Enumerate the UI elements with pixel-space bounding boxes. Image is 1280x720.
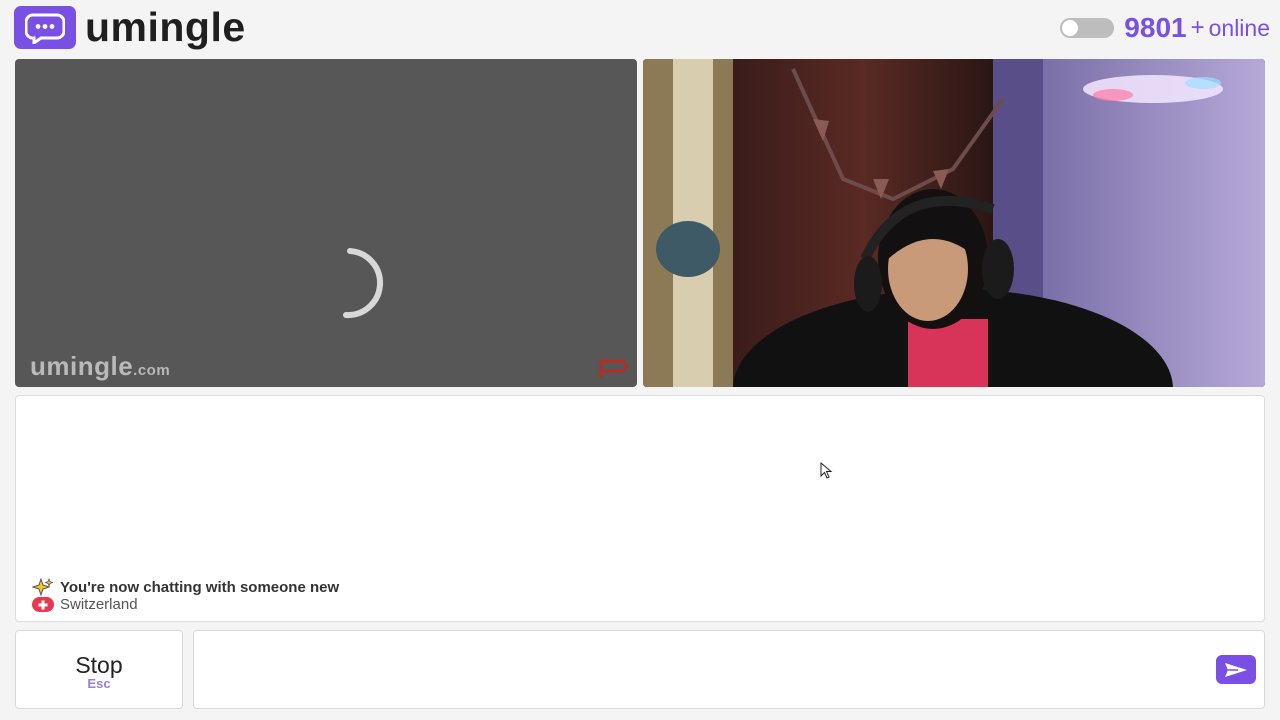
- logo[interactable]: umingle: [14, 6, 246, 49]
- camera-feed: [643, 59, 1265, 387]
- online-label: online: [1208, 15, 1270, 41]
- self-video: [643, 59, 1265, 387]
- stop-label: Stop: [75, 652, 123, 678]
- chat-bubble-icon: [14, 6, 76, 49]
- send-arrow-icon: [1225, 662, 1247, 677]
- mouse-cursor-icon: [820, 462, 833, 479]
- stop-shortcut-hint: Esc: [87, 676, 111, 691]
- toggle-knob: [1062, 20, 1079, 36]
- country-name: Switzerland: [60, 596, 138, 613]
- loading-spinner-icon: [343, 248, 383, 319]
- online-count: 9801: [1124, 12, 1187, 43]
- stranger-video: umingle.com: [15, 59, 637, 387]
- theme-toggle[interactable]: [1060, 18, 1115, 38]
- flag-icon[interactable]: [599, 359, 629, 379]
- stop-button[interactable]: Stop Esc: [15, 630, 183, 709]
- video-watermark: umingle.com: [30, 351, 170, 382]
- online-indicator: 9801 + online: [1060, 12, 1270, 44]
- logo-text: umingle: [85, 4, 246, 50]
- system-message: You're now chatting with someone new: [32, 578, 339, 596]
- system-message-text: You're now chatting with someone new: [60, 578, 340, 596]
- message-composer: [193, 630, 1265, 709]
- header: umingle 9801 + online: [0, 0, 1280, 56]
- app-window: umingle 9801 + online umingle.com You're…: [0, 0, 1280, 720]
- online-plus: +: [1190, 14, 1205, 41]
- message-input[interactable]: [206, 641, 1206, 698]
- switzerland-flag-icon: [32, 597, 54, 612]
- send-button[interactable]: [1216, 655, 1256, 684]
- watermark-suffix: .com: [133, 362, 171, 379]
- stranger-country: Switzerland: [32, 596, 138, 613]
- sparkles-icon: [32, 578, 54, 596]
- chat-log: You're now chatting with someone new Swi…: [15, 395, 1265, 622]
- watermark-main: umingle: [30, 351, 134, 381]
